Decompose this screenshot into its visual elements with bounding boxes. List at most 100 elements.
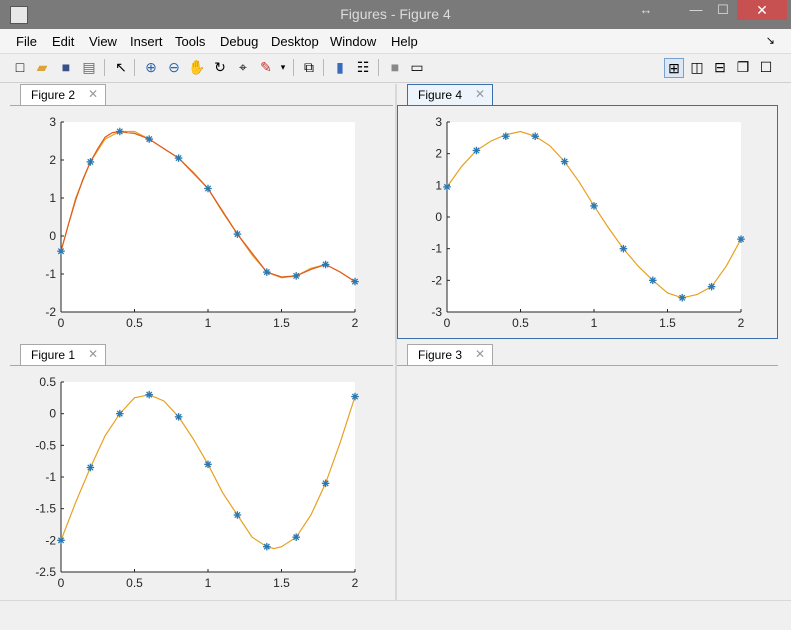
data-point — [678, 293, 686, 302]
undock-icon[interactable]: ↘ — [766, 34, 775, 47]
maximize-icon[interactable]: ☐ — [757, 58, 775, 76]
toolbar-separator — [323, 59, 324, 76]
figure-3-panel: Figure 3 ✕ — [397, 344, 778, 600]
link-plot-icon[interactable]: ⧉ — [300, 58, 318, 76]
data-point — [233, 230, 242, 238]
data-point — [116, 409, 124, 418]
close-tab-icon[interactable]: ✕ — [475, 87, 485, 101]
y-tick-label: 2 — [49, 153, 56, 167]
y-tick-label: -2.5 — [35, 565, 56, 579]
y-tick-label: 1 — [435, 178, 442, 192]
title-bar: Figures - Figure 4 ↔ — ☐ ✕ — [0, 0, 791, 29]
zoom-in-icon[interactable]: ⊕ — [142, 58, 160, 76]
close-tab-icon[interactable]: ✕ — [88, 347, 98, 361]
open-file-icon[interactable]: ▰ — [33, 58, 51, 76]
tab-label: Figure 3 — [418, 348, 463, 362]
y-tick-label: -1 — [45, 267, 56, 281]
figure-2-panel: Figure 2 ✕ 0 0.5 1 1.5 2 -2 -1 0 1 2 3 — [10, 84, 393, 340]
data-point — [531, 132, 539, 141]
x-tick-label: 2 — [352, 576, 359, 590]
menu-file[interactable]: File — [16, 34, 37, 49]
y-tick-label: 0 — [49, 229, 56, 243]
menu-debug[interactable]: Debug — [220, 34, 258, 49]
menu-view[interactable]: View — [89, 34, 117, 49]
tile-icon[interactable]: ⊞ — [664, 58, 684, 78]
menu-window[interactable]: Window — [330, 34, 376, 49]
y-tick-label: -3 — [431, 305, 442, 319]
new-figure-icon[interactable]: □ — [11, 58, 29, 76]
top-bottom-icon[interactable]: ⊟ — [711, 58, 729, 76]
figure-3-canvas — [397, 365, 778, 601]
legend-icon[interactable]: ☷ — [354, 58, 372, 76]
save-icon[interactable]: ■ — [57, 58, 75, 76]
colorbar-icon[interactable]: ▮ — [331, 58, 349, 76]
data-point — [263, 542, 271, 551]
data-point — [737, 235, 745, 243]
toolbar-separator — [134, 59, 135, 76]
figure-4-canvas: 0 0.5 1 1.5 2 -3 -2 -1 0 1 2 3 — [397, 105, 778, 339]
toolbar-separator — [293, 59, 294, 76]
data-point — [502, 132, 510, 141]
menu-insert[interactable]: Insert — [130, 34, 163, 49]
move-icon[interactable]: ↔ — [636, 0, 656, 20]
data-point — [86, 463, 95, 472]
y-tick-label: -2 — [45, 305, 56, 319]
x-tick-label: 0.5 — [512, 316, 529, 330]
x-tick-label: 0 — [58, 316, 65, 330]
dropdown-icon[interactable]: ▾ — [278, 58, 288, 76]
x-tick-label: 2 — [738, 316, 745, 330]
float-icon[interactable]: ❐ — [734, 58, 752, 76]
menu-tools[interactable]: Tools — [175, 34, 205, 49]
data-point — [351, 277, 359, 286]
status-bar — [0, 600, 791, 630]
tab-figure-3[interactable]: Figure 3 ✕ — [407, 344, 493, 366]
x-tick-label: 0 — [58, 576, 65, 590]
data-point — [649, 276, 657, 285]
tab-figure-2[interactable]: Figure 2 ✕ — [20, 84, 106, 106]
data-point — [321, 479, 330, 488]
figure-4-panel: Figure 4 ✕ 0 0.5 1 1.5 2 -3 -2 -1 0 1 2 3 — [397, 84, 778, 340]
data-point — [321, 260, 330, 269]
hide-plot-tools-icon[interactable]: ■ — [386, 58, 404, 76]
show-plot-tools-icon[interactable]: ▭ — [408, 58, 426, 76]
x-tick-label: 1.5 — [273, 316, 290, 330]
data-point — [86, 158, 95, 166]
toolbar: □ ▰ ■ ▤ ↖ ⊕ ⊖ ✋ ↻ ⌖ ✎ ▾ ⧉ ▮ ☷ ■ ▭ ⊞ ◫ ⊟ … — [0, 54, 791, 83]
tab-figure-4[interactable]: Figure 4 ✕ — [407, 84, 493, 106]
data-cursor-icon[interactable]: ⌖ — [234, 58, 252, 76]
zoom-out-icon[interactable]: ⊖ — [165, 58, 183, 76]
print-icon[interactable]: ▤ — [80, 58, 98, 76]
y-tick-label: 3 — [435, 115, 442, 129]
window-title: Figures - Figure 4 — [340, 6, 451, 22]
menu-edit[interactable]: Edit — [52, 34, 74, 49]
y-tick-label: 0 — [49, 407, 56, 421]
brush-icon[interactable]: ✎ — [257, 58, 275, 76]
y-tick-label: -2 — [45, 533, 56, 547]
menu-help[interactable]: Help — [391, 34, 418, 49]
vertical-splitter[interactable] — [395, 84, 397, 600]
close-button[interactable]: ✕ — [737, 0, 787, 20]
y-tick-label: -1 — [431, 242, 442, 256]
y-tick-label: -2 — [431, 273, 442, 287]
pan-icon[interactable]: ✋ — [188, 58, 206, 76]
figure-1-plot[interactable]: 0 0.5 1 1.5 2 -2.5 -2 -1.5 -1 -0.5 0 0.5 — [10, 366, 393, 601]
close-tab-icon[interactable]: ✕ — [88, 87, 98, 101]
toolbar-separator — [378, 59, 379, 76]
menu-desktop[interactable]: Desktop — [271, 34, 319, 49]
data-point — [174, 154, 183, 162]
data-point — [145, 135, 153, 143]
maximize-button[interactable]: ☐ — [710, 0, 736, 20]
x-tick-label: 0 — [444, 316, 451, 330]
x-tick-label: 1.5 — [273, 576, 290, 590]
pointer-icon[interactable]: ↖ — [112, 58, 130, 76]
minimize-button[interactable]: — — [683, 0, 709, 20]
tab-label: Figure 4 — [418, 88, 463, 102]
data-point — [204, 460, 212, 469]
data-point — [233, 511, 242, 519]
close-tab-icon[interactable]: ✕ — [475, 347, 485, 361]
left-right-icon[interactable]: ◫ — [688, 58, 706, 76]
tab-figure-1[interactable]: Figure 1 ✕ — [20, 344, 106, 366]
figure-2-plot[interactable]: 0 0.5 1 1.5 2 -2 -1 0 1 2 3 — [10, 106, 393, 341]
figure-4-plot[interactable]: 0 0.5 1 1.5 2 -3 -2 -1 0 1 2 3 — [398, 106, 777, 338]
rotate-icon[interactable]: ↻ — [211, 58, 229, 76]
